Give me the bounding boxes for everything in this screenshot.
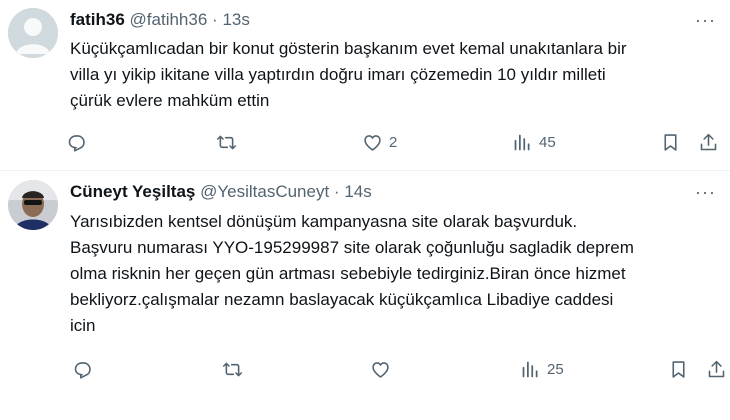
timestamp[interactable]: 13s [222, 10, 249, 29]
like-button[interactable]: 2 [362, 132, 397, 153]
timestamp[interactable]: 14s [344, 182, 371, 201]
share-icon [708, 360, 725, 378]
like-button[interactable] [370, 359, 397, 380]
tweet-header: fatih36 @fatihh36 · 13s [70, 10, 690, 30]
tweet-text-line: olma risknin her geçen gün artması sebeb… [70, 264, 626, 283]
reply-button[interactable] [66, 132, 93, 153]
separator-dot: · [212, 10, 218, 29]
display-name[interactable]: Cüneyt Yeşiltaş [70, 182, 195, 201]
bookmark-icon [672, 361, 685, 378]
bookmark-button[interactable] [660, 132, 681, 153]
tweet-text: Yarısıbizden kentsel dönüşüm kampanyasna… [70, 209, 718, 339]
views-count: 25 [547, 361, 564, 378]
tweet-text-line: Küçükçamlıcadan bir konut gösterin başka… [70, 39, 627, 58]
user-handle[interactable]: @fatihh36 [130, 10, 208, 29]
tweet-text-line: Başvuru numarası YYO-195299987 site olar… [70, 238, 634, 257]
like-icon [372, 362, 389, 378]
reply-icon [68, 135, 85, 152]
retweet-button[interactable] [222, 359, 249, 380]
separator-dot: · [333, 182, 340, 201]
views-count: 45 [539, 134, 556, 151]
tweet-text-line: icin [70, 316, 96, 335]
retweet-icon [216, 135, 237, 150]
bookmark-icon [664, 134, 677, 151]
tweet-text: Küçükçamlıcadan bir konut gösterin başka… [70, 36, 718, 114]
default-avatar-icon [8, 8, 58, 58]
tweet-text-line: villa yı yikip ikitane villa yaptırdın d… [70, 65, 606, 84]
tweet[interactable]: fatih36 @fatihh36 · 13s ··· Küçükçamlıca… [0, 0, 730, 170]
tweet-actions: 2 45 [62, 132, 720, 156]
like-icon [364, 135, 381, 151]
views-icon [514, 134, 530, 151]
more-icon[interactable]: ··· [695, 10, 716, 31]
retweet-icon [222, 362, 243, 377]
user-handle[interactable]: @YesiltasCuneyt [200, 182, 329, 201]
like-count: 2 [389, 134, 398, 151]
user-photo-avatar [8, 180, 58, 230]
tweet-text-line: bekliyorz.çalışmalar nezamn baslayacak k… [70, 290, 614, 309]
avatar[interactable] [8, 180, 58, 230]
tweet-header: Cüneyt Yeşiltaş @YesiltasCuneyt · 14s [70, 182, 690, 202]
avatar[interactable] [8, 8, 58, 58]
reply-button[interactable] [72, 359, 99, 380]
more-icon[interactable]: ··· [695, 182, 716, 203]
views-icon [522, 361, 538, 378]
tweet[interactable]: Cüneyt Yeşiltaş @YesiltasCuneyt · 14s ··… [0, 171, 730, 420]
tweet-actions: 25 [62, 359, 725, 383]
views-button[interactable]: 25 [520, 359, 564, 380]
share-button[interactable] [706, 359, 727, 380]
retweet-button[interactable] [216, 132, 243, 153]
reply-icon [74, 362, 91, 379]
share-button[interactable] [698, 132, 719, 153]
tweet-text-line: çürük evlere mahküm ettin [70, 91, 270, 110]
tweet-text-line: Yarısıbizden kentsel dönüşüm kampanyasna… [70, 212, 578, 231]
display-name[interactable]: fatih36 [70, 10, 125, 29]
share-icon [700, 133, 717, 151]
views-button[interactable]: 45 [512, 132, 556, 153]
bookmark-button[interactable] [668, 359, 689, 380]
